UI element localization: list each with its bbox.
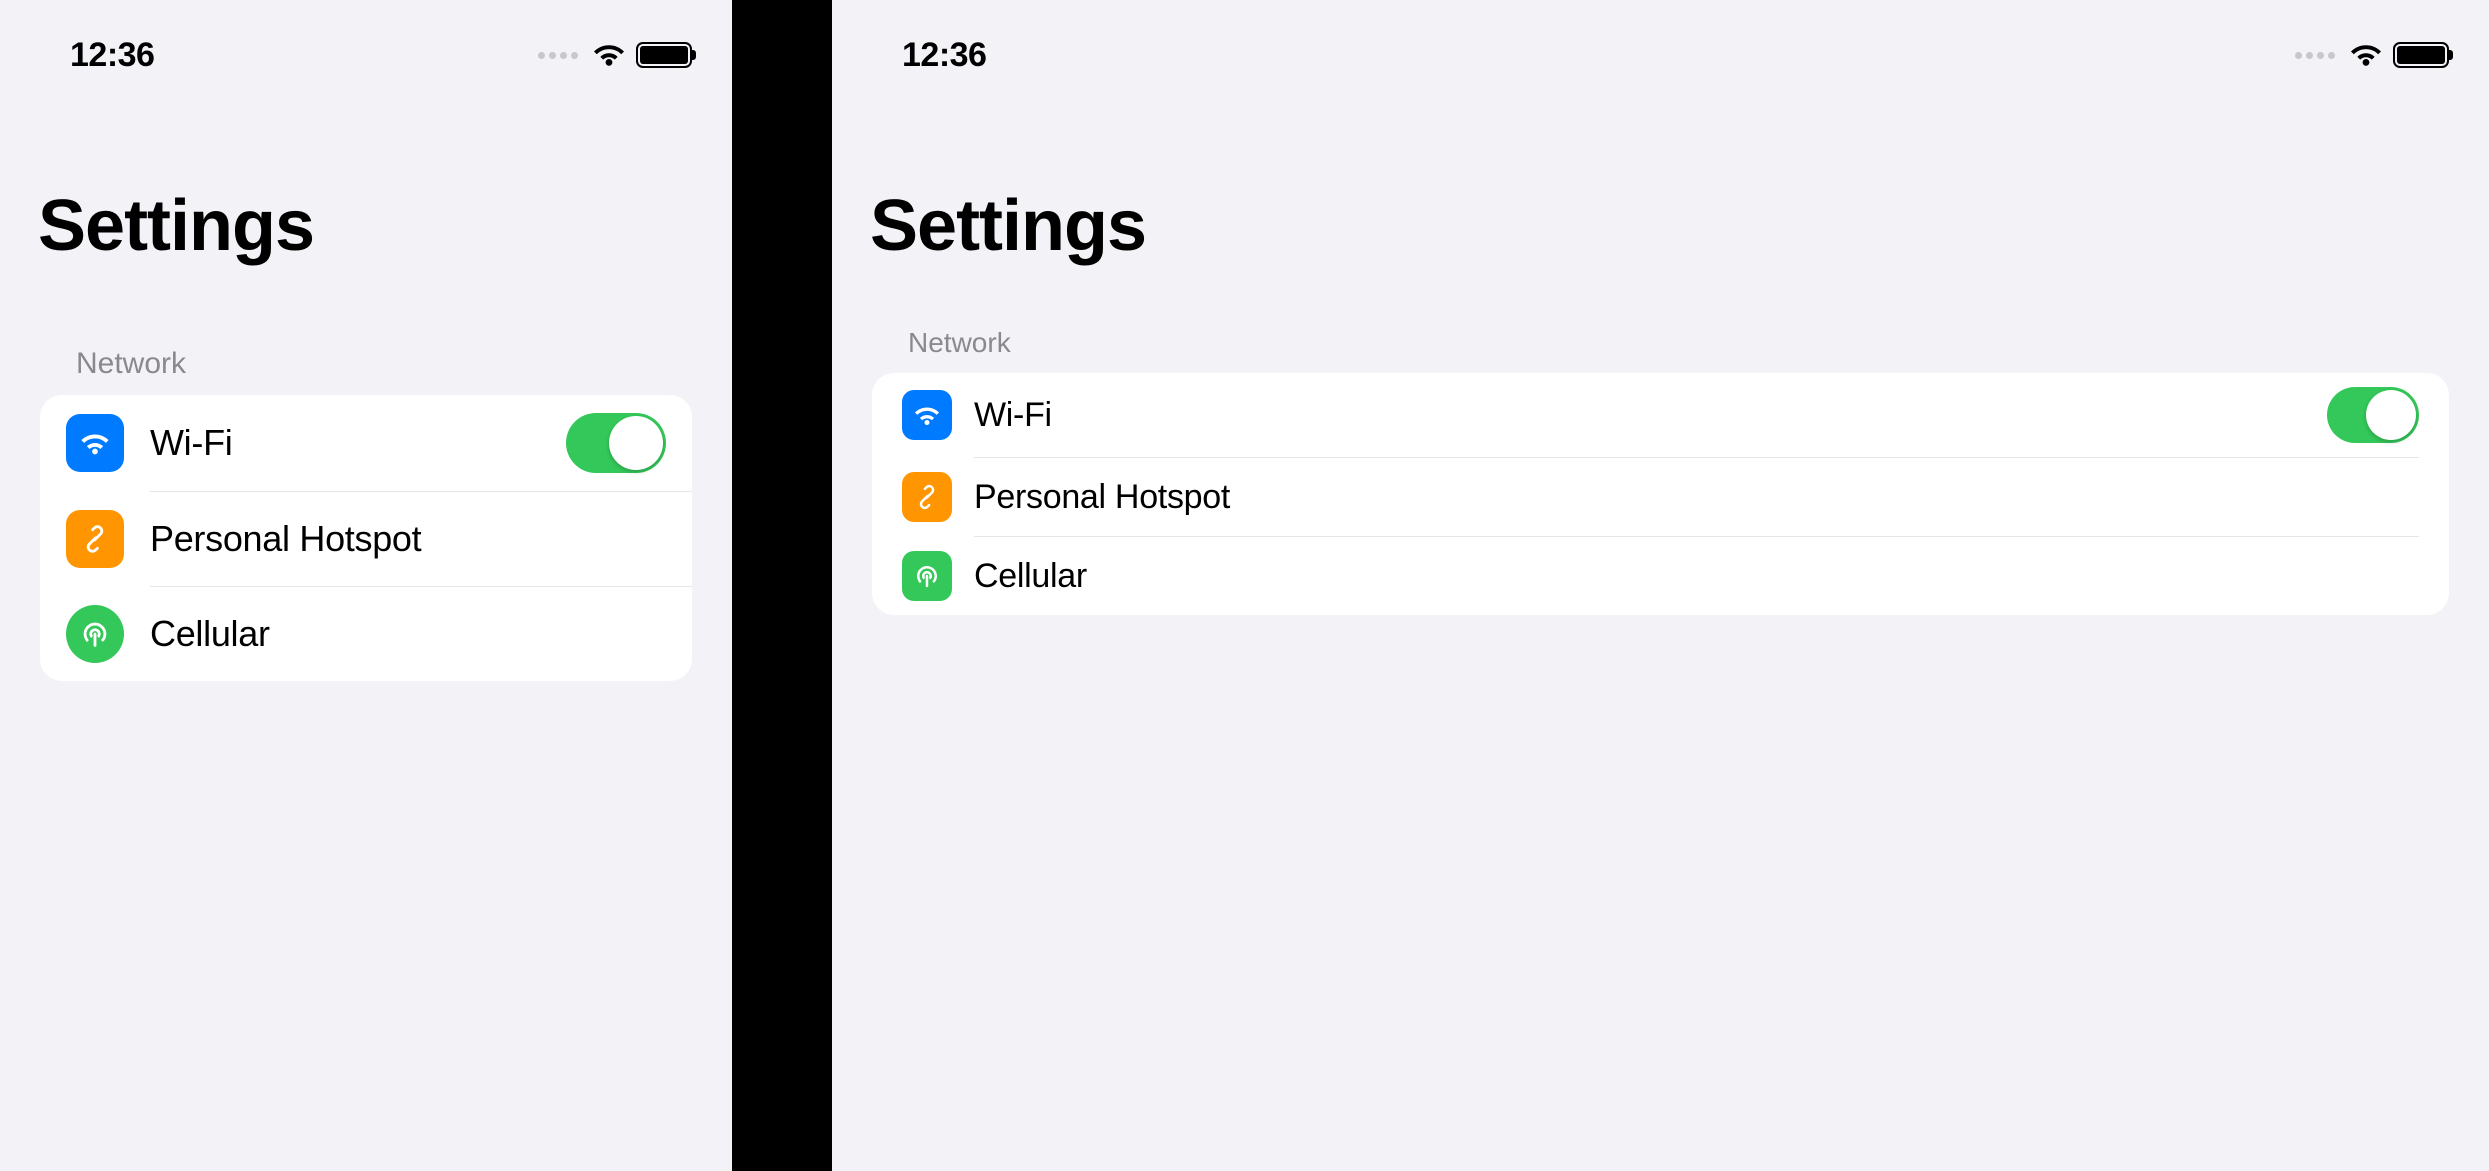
network-section: Network Wi-Fi Personal Hotspot [832,327,2489,615]
wifi-row[interactable]: Wi-Fi [40,395,692,491]
status-icons [2295,40,2449,71]
page-title: Settings [0,80,732,267]
wifi-toggle[interactable] [566,413,666,473]
wifi-status-icon [2349,40,2383,71]
status-time: 12:36 [872,36,986,75]
hotspot-row[interactable]: Personal Hotspot [872,458,2449,536]
status-bar: 12:36 [0,0,732,80]
settings-card: Wi-Fi Personal Hotspot Cellular [40,395,692,681]
antenna-icon [902,551,952,601]
status-time: 12:36 [40,36,154,75]
screen-variant-b: 12:36 Settings Network Wi-Fi [832,0,2489,1171]
wifi-row[interactable]: Wi-Fi [872,373,2449,457]
screen-divider [732,0,832,1171]
hotspot-row[interactable]: Personal Hotspot [40,492,692,586]
screen-variant-a: 12:36 Settings Network Wi-Fi [0,0,732,1171]
cellular-row[interactable]: Cellular [872,537,2449,615]
wifi-label: Wi-Fi [150,422,566,464]
wifi-icon [902,390,952,440]
hotspot-label: Personal Hotspot [150,518,666,560]
wifi-icon [66,414,124,472]
antenna-icon [66,605,124,663]
status-bar: 12:36 [832,0,2489,80]
cellular-signal-icon [2295,52,2335,59]
network-section: Network Wi-Fi Personal Hotspot [0,347,732,681]
link-icon [66,510,124,568]
wifi-toggle[interactable] [2327,387,2419,443]
status-icons [538,40,692,71]
cellular-label: Cellular [150,613,666,655]
settings-card: Wi-Fi Personal Hotspot Cellular [872,373,2449,615]
page-title: Settings [832,80,2489,267]
battery-icon [636,42,692,68]
hotspot-label: Personal Hotspot [974,478,2419,517]
battery-icon [2393,42,2449,68]
section-header: Network [872,327,2449,373]
cellular-label: Cellular [974,557,2419,596]
wifi-status-icon [592,40,626,71]
cellular-row[interactable]: Cellular [40,587,692,681]
section-header: Network [40,347,692,395]
wifi-label: Wi-Fi [974,396,2327,435]
cellular-signal-icon [538,52,578,59]
link-icon [902,472,952,522]
